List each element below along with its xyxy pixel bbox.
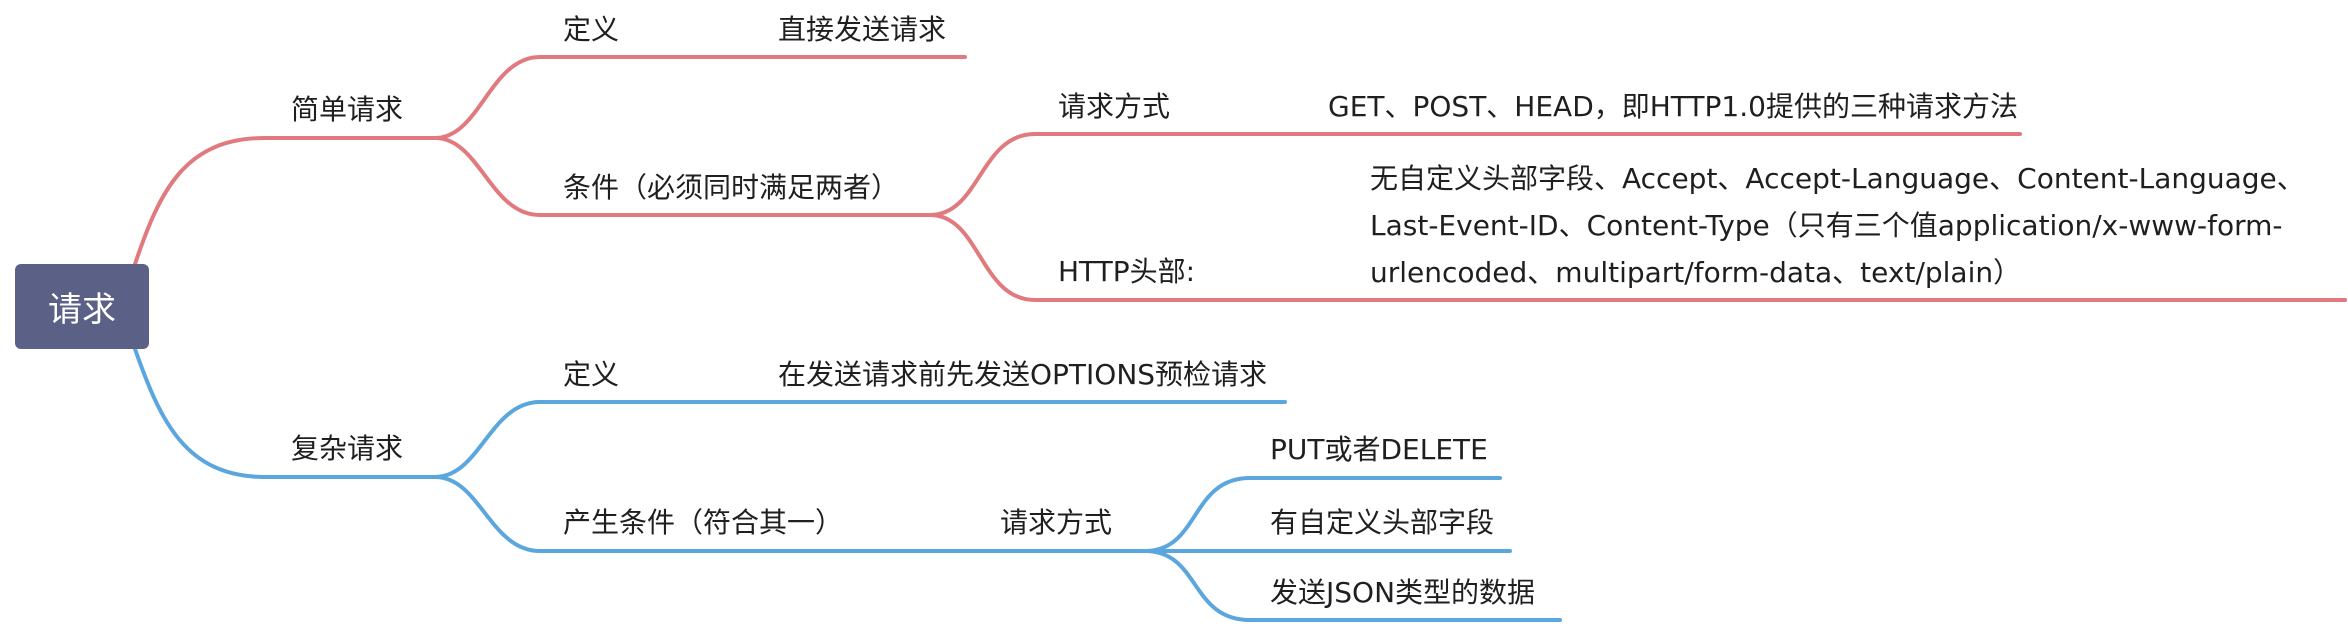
connector-simple-definition [433,55,967,140]
simple-request-node[interactable]: 简单请求 [291,96,403,124]
simple-definition-node[interactable]: 定义 [563,16,619,44]
simple-conditions-node[interactable]: 条件（必须同时满足两者） [563,174,899,202]
simple-headers-node[interactable]: HTTP头部: [1058,258,1195,286]
complex-method-item-2[interactable]: 有自定义头部字段 [1270,509,1494,537]
complex-definition-node[interactable]: 定义 [563,361,619,389]
simple-method-node[interactable]: 请求方式 [1058,93,1170,121]
complex-method-node[interactable]: 请求方式 [1000,509,1112,537]
complex-method-item-1[interactable]: PUT或者DELETE [1270,436,1488,464]
complex-method-item-3[interactable]: 发送JSON类型的数据 [1270,579,1535,607]
simple-headers-value-line-3: urlencoded、multipart/form-data、text/plai… [1370,256,2022,289]
simple-definition-value[interactable]: 直接发送请求 [778,16,946,44]
connector-root-simple [133,136,437,266]
complex-definition-value[interactable]: 在发送请求前先发送OPTIONS预检请求 [778,361,1267,389]
connector-complex-definition [433,400,1287,479]
simple-headers-value-line-1: 无自定义头部字段、Accept、Accept-Language、Content-… [1370,162,2305,195]
simple-headers-value[interactable]: 无自定义头部字段、Accept、Accept-Language、Content-… [1370,155,2305,296]
simple-method-value[interactable]: GET、POST、HEAD，即HTTP1.0提供的三种请求方法 [1328,93,2018,121]
root-label: 请求 [48,290,116,330]
mindmap: 请求 简单请求 定义 直接发送请求 条件（必须同时满足两者） 请求方式 GET、… [0,0,2348,624]
complex-conditions-node[interactable]: 产生条件（符合其一） [563,509,843,537]
root-node[interactable]: 请求 [15,264,149,349]
simple-headers-value-line-2: Last-Event-ID、Content-Type（只有三个值applicat… [1370,209,2283,242]
complex-request-node[interactable]: 复杂请求 [291,435,403,463]
